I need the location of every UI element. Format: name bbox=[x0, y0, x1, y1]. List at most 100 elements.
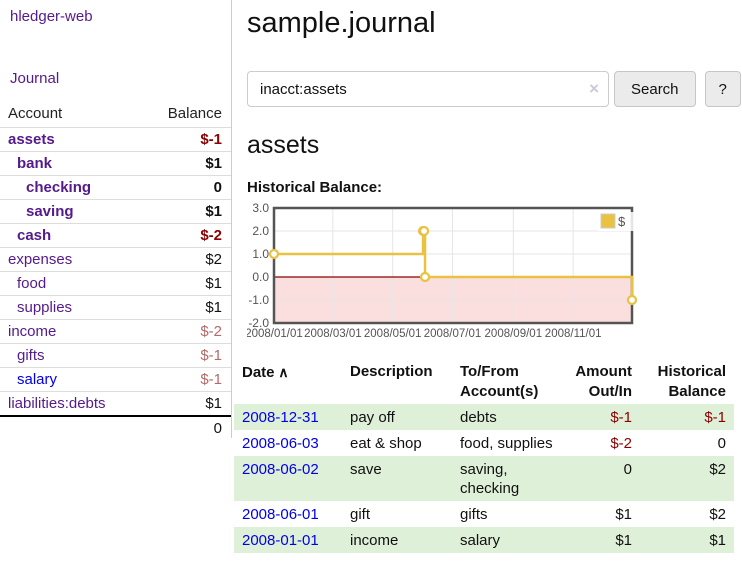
account-heading: assets bbox=[247, 131, 742, 160]
account-tree: Account Balance assets$-1bank$1checking0… bbox=[0, 103, 231, 440]
transaction-amount: $1 bbox=[564, 501, 640, 527]
account-balance: $1 bbox=[142, 272, 231, 296]
account-link[interactable]: salary bbox=[17, 371, 57, 388]
register-col-header: Description bbox=[342, 360, 452, 404]
help-button[interactable]: ? bbox=[705, 71, 741, 107]
svg-text:0.0: 0.0 bbox=[252, 270, 269, 284]
register-table: Date ∧DescriptionTo/FromAccount(s)Amount… bbox=[234, 360, 734, 553]
account-row: liabilities:debts$1 bbox=[0, 392, 231, 417]
transaction-amount: $-2 bbox=[564, 430, 640, 456]
account-link[interactable]: expenses bbox=[8, 251, 72, 268]
transaction-amount: 0 bbox=[564, 456, 640, 501]
svg-text:-1.0: -1.0 bbox=[248, 293, 269, 307]
clear-search-icon[interactable]: × bbox=[589, 79, 599, 99]
account-balance: $-1 bbox=[142, 344, 231, 368]
svg-text:2008/05/01: 2008/05/01 bbox=[364, 328, 422, 340]
transaction-description: eat & shop bbox=[342, 430, 452, 456]
balance-column-header: Balance bbox=[142, 103, 231, 128]
svg-text:2008/01/01: 2008/01/01 bbox=[247, 328, 303, 340]
account-link[interactable]: gifts bbox=[17, 347, 45, 364]
svg-text:2.0: 2.0 bbox=[252, 224, 269, 238]
sort-ascending-icon: ∧ bbox=[275, 364, 289, 380]
account-link[interactable]: saving bbox=[26, 203, 74, 220]
register-col-header: AmountOut/In bbox=[564, 360, 640, 404]
account-balance: $1 bbox=[142, 200, 231, 224]
account-link[interactable]: assets bbox=[8, 131, 55, 148]
transaction-date-link[interactable]: 2008-06-03 bbox=[242, 435, 319, 452]
transaction-accounts: debts bbox=[452, 404, 564, 430]
register-body: 2008-12-31pay offdebts$-1$-12008-06-03ea… bbox=[234, 404, 734, 553]
transaction-date-link[interactable]: 2008-06-02 bbox=[242, 461, 319, 478]
account-row: checking0 bbox=[0, 176, 231, 200]
register-col-header[interactable]: Date ∧ bbox=[234, 360, 342, 404]
account-row: expenses$2 bbox=[0, 248, 231, 272]
sidebar-item-journal[interactable]: Journal bbox=[10, 70, 231, 87]
transaction-balance: $2 bbox=[640, 501, 734, 527]
account-row: assets $-1 bbox=[0, 128, 231, 152]
transaction-balance: $-1 bbox=[640, 404, 734, 430]
transaction-row: 2008-06-01 giftgifts$1$2 bbox=[234, 501, 734, 527]
account-link[interactable]: cash bbox=[17, 227, 51, 244]
account-row: cash $-2 bbox=[0, 224, 231, 248]
transaction-description: income bbox=[342, 527, 452, 553]
transaction-accounts: salary bbox=[452, 527, 564, 553]
account-link[interactable]: liabilities:debts bbox=[8, 395, 106, 412]
transaction-date-link[interactable]: 2008-06-01 bbox=[242, 506, 319, 523]
search-input[interactable] bbox=[247, 71, 609, 107]
account-link[interactable]: food bbox=[17, 275, 46, 292]
account-row: salary $-1 bbox=[0, 368, 231, 392]
transaction-date-link[interactable]: 2008-01-01 bbox=[242, 532, 319, 549]
transaction-row: 2008-06-03 eat & shopfood, supplies$-20 bbox=[234, 430, 734, 456]
historical-balance-chart[interactable]: $3.02.01.00.0-1.0-2.02008/01/012008/03/0… bbox=[247, 201, 741, 343]
account-row: gifts $-1 bbox=[0, 344, 231, 368]
transaction-accounts: gifts bbox=[452, 501, 564, 527]
register-col-header: To/FromAccount(s) bbox=[452, 360, 564, 404]
account-balance: $-2 bbox=[142, 224, 231, 248]
account-balance: $1 bbox=[142, 152, 231, 176]
account-link[interactable]: supplies bbox=[17, 299, 72, 316]
account-row: saving $1 bbox=[0, 200, 231, 224]
svg-text:2008/11/01: 2008/11/01 bbox=[545, 328, 602, 340]
main-content: sample.journal × Search ? assets Histori… bbox=[232, 0, 742, 582]
transaction-date-link[interactable]: 2008-12-31 bbox=[242, 409, 319, 426]
account-link[interactable]: income bbox=[8, 323, 56, 340]
svg-text:$: $ bbox=[618, 214, 626, 229]
account-balance: $-1 bbox=[142, 368, 231, 392]
transaction-row: 2008-06-02 savesaving, checking0$2 bbox=[234, 456, 734, 501]
transaction-row: 2008-12-31pay offdebts$-1$-1 bbox=[234, 404, 734, 430]
account-row: income $-2 bbox=[0, 320, 231, 344]
transaction-amount: $-1 bbox=[564, 404, 640, 430]
svg-text:1.0: 1.0 bbox=[252, 247, 269, 261]
svg-text:3.0: 3.0 bbox=[252, 201, 269, 215]
account-tree-body: assets$-1bank$1checking0saving$1cash$-2e… bbox=[0, 128, 231, 417]
transaction-description: save bbox=[342, 456, 452, 501]
chart-label: Historical Balance: bbox=[247, 179, 742, 196]
account-link[interactable]: bank bbox=[17, 155, 52, 172]
svg-text:2008/09/01: 2008/09/01 bbox=[485, 328, 543, 340]
register-header-row: Date ∧DescriptionTo/FromAccount(s)Amount… bbox=[234, 360, 734, 404]
account-row: supplies $1 bbox=[0, 296, 231, 320]
svg-text:2008/03/01: 2008/03/01 bbox=[304, 328, 362, 340]
sidebar: hledger-web Journal Account Balance asse… bbox=[0, 0, 232, 438]
transaction-description: pay off bbox=[342, 404, 452, 430]
account-row: bank $1 bbox=[0, 152, 231, 176]
transaction-balance: $2 bbox=[640, 456, 734, 501]
account-column-header: Account bbox=[0, 103, 142, 128]
account-link[interactable]: checking bbox=[26, 179, 91, 196]
account-balance: $-2 bbox=[142, 320, 231, 344]
register-col-header: HistoricalBalance bbox=[640, 360, 734, 404]
account-balance: $1 bbox=[142, 296, 231, 320]
account-row: food $1 bbox=[0, 272, 231, 296]
page-title: sample.journal bbox=[247, 6, 742, 41]
app-title-link[interactable]: hledger-web bbox=[10, 8, 231, 25]
transaction-description: gift bbox=[342, 501, 452, 527]
search-button[interactable]: Search bbox=[614, 71, 696, 107]
account-total-row: 0 bbox=[0, 416, 231, 440]
transaction-accounts: food, supplies bbox=[452, 430, 564, 456]
transaction-balance: 0 bbox=[640, 430, 734, 456]
transaction-row: 2008-01-01incomesalary$1$1 bbox=[234, 527, 734, 553]
transaction-amount: $1 bbox=[564, 527, 640, 553]
transaction-balance: $1 bbox=[640, 527, 734, 553]
account-balance: $-1 bbox=[142, 128, 231, 152]
transaction-accounts: saving, checking bbox=[452, 456, 564, 501]
